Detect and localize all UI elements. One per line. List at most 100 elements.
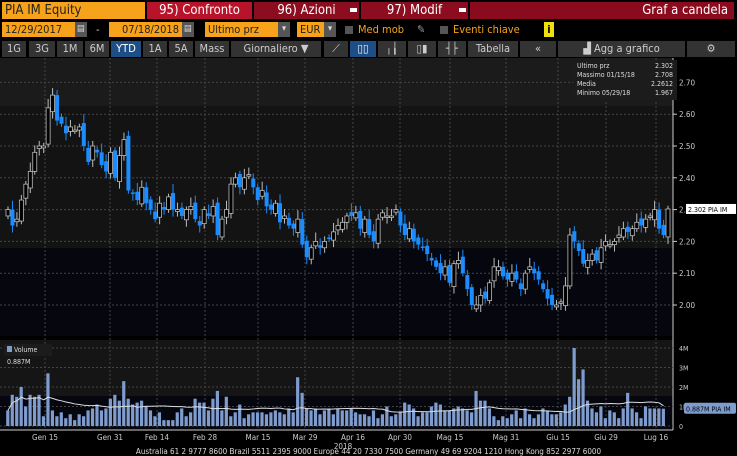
actions-menu[interactable]: 96) Azioni: [254, 2, 359, 19]
volume-bar: [492, 416, 496, 426]
period-1a[interactable]: 1A: [143, 41, 167, 57]
volume-bar: [362, 414, 367, 426]
chevron-down-icon[interactable]: ▾: [278, 22, 290, 37]
volume-bar: [50, 410, 54, 426]
candle: [429, 257, 434, 261]
candle: [501, 266, 505, 277]
add-to-chart-button[interactable]: ▟ Agg a grafico: [558, 41, 685, 57]
volume-bar: [251, 412, 255, 426]
candle: [647, 215, 653, 218]
period-1g[interactable]: 1G: [2, 41, 26, 57]
volume-bar: [594, 412, 599, 426]
period-5a[interactable]: 5A: [169, 41, 193, 57]
candle: [331, 231, 336, 241]
candle: [349, 212, 354, 216]
volume-bar: [255, 412, 260, 426]
volume-bar: [220, 410, 224, 426]
candle: [269, 204, 274, 210]
candle: [545, 289, 550, 299]
info-icon[interactable]: i: [544, 22, 554, 37]
volume-bar: [371, 410, 376, 426]
volume-bar: [296, 377, 300, 426]
volume-bar: [452, 408, 456, 426]
calendar-icon[interactable]: ▤: [75, 22, 87, 37]
volume-bar: [496, 420, 500, 426]
candle: [278, 203, 283, 223]
volume-bar: [24, 406, 28, 426]
volume-bar: [37, 394, 41, 426]
volume-bar: [184, 416, 188, 426]
volume-bar: [483, 400, 487, 426]
volume-bar: [242, 418, 246, 426]
pencil-icon[interactable]: ✎: [417, 22, 425, 37]
period-1m[interactable]: 1M: [57, 41, 83, 57]
end-date-input[interactable]: 07/18/2018: [109, 22, 182, 37]
settings-button[interactable]: ⚙: [687, 41, 735, 57]
legend-row: Media 2.2612: [577, 80, 673, 89]
modify-menu[interactable]: 97) Modif: [361, 2, 468, 19]
legend-label: Minimo 05/29/18: [577, 89, 631, 97]
period-mass[interactable]: Mass: [195, 41, 229, 57]
candle: [629, 228, 635, 237]
volume-bar: [394, 414, 398, 426]
candle: [14, 218, 20, 223]
candle: [527, 266, 533, 270]
volume-bar: [380, 414, 384, 426]
start-date-input[interactable]: 12/29/2017: [2, 22, 75, 37]
frequency-select[interactable]: Giornaliero ▼: [231, 41, 321, 57]
volume-bar: [523, 408, 527, 426]
period-3g[interactable]: 3G: [29, 41, 55, 57]
volume-bar: [469, 412, 474, 426]
candle: [104, 161, 109, 172]
chevron-down-icon[interactable]: ▾: [324, 22, 336, 37]
x-tick-label: Giu 15: [546, 433, 570, 442]
currency-select[interactable]: EUR: [297, 22, 324, 37]
chart-area[interactable]: 2.702.602.502.402.302.202.102.00Gen 15Ge…: [0, 58, 737, 455]
candle: [505, 272, 510, 280]
volume-bar: [434, 402, 438, 426]
candle: [95, 149, 100, 153]
calendar-icon[interactable]: ▤: [182, 22, 194, 37]
volume-bar: [157, 412, 162, 426]
collapse-button[interactable]: «: [520, 41, 556, 57]
price-tick-label: 2.00: [679, 301, 695, 310]
table-button[interactable]: Tabella: [468, 41, 518, 57]
volume-bar: [73, 420, 77, 426]
add-to-chart-label: Agg a grafico: [593, 42, 660, 55]
candle: [358, 210, 363, 229]
price-tick-label: 2.50: [679, 142, 695, 151]
candle-chart-icon[interactable]: ▯▯: [350, 41, 376, 57]
volume-bar: [260, 412, 264, 426]
candle: [563, 285, 568, 307]
moving-avg-checkbox[interactable]: [345, 26, 353, 34]
compare-button[interactable]: 95) Confronto: [147, 2, 252, 19]
key-events-checkbox[interactable]: [440, 26, 448, 34]
bar-chart-icon[interactable]: ╷╽: [378, 41, 406, 57]
key-events-label: Eventi chiave: [453, 23, 520, 36]
ohlc-icon[interactable]: ┤├: [438, 41, 466, 57]
hollow-candle-icon[interactable]: ▯▮: [408, 41, 436, 57]
candle: [183, 209, 189, 221]
candle: [99, 152, 104, 166]
volume-bar: [327, 408, 331, 426]
candle: [634, 221, 640, 230]
x-tick-label: Mag 31: [493, 433, 520, 442]
period-6m[interactable]: 6M: [85, 41, 109, 57]
period-ytd[interactable]: YTD: [111, 41, 141, 57]
price-field-select[interactable]: Ultimo prz: [205, 22, 278, 37]
volume-bar: [64, 418, 68, 426]
candle: [313, 240, 319, 247]
candle: [406, 228, 412, 240]
candle: [55, 95, 60, 121]
ticker-input[interactable]: PIA IM Equity: [2, 2, 145, 19]
line-chart-icon[interactable]: ⟋: [324, 41, 348, 57]
candle: [148, 199, 153, 210]
volume-bar: [398, 412, 402, 426]
candle: [175, 209, 180, 212]
volume-tick-label: 2M: [679, 384, 688, 392]
candle: [32, 151, 38, 172]
volume-bar: [180, 408, 184, 426]
price-legend: Ultimo prz 2.302 Massimo 01/15/18 2.708 Medi…: [573, 60, 677, 100]
candle: [135, 191, 140, 201]
candle: [144, 187, 149, 204]
